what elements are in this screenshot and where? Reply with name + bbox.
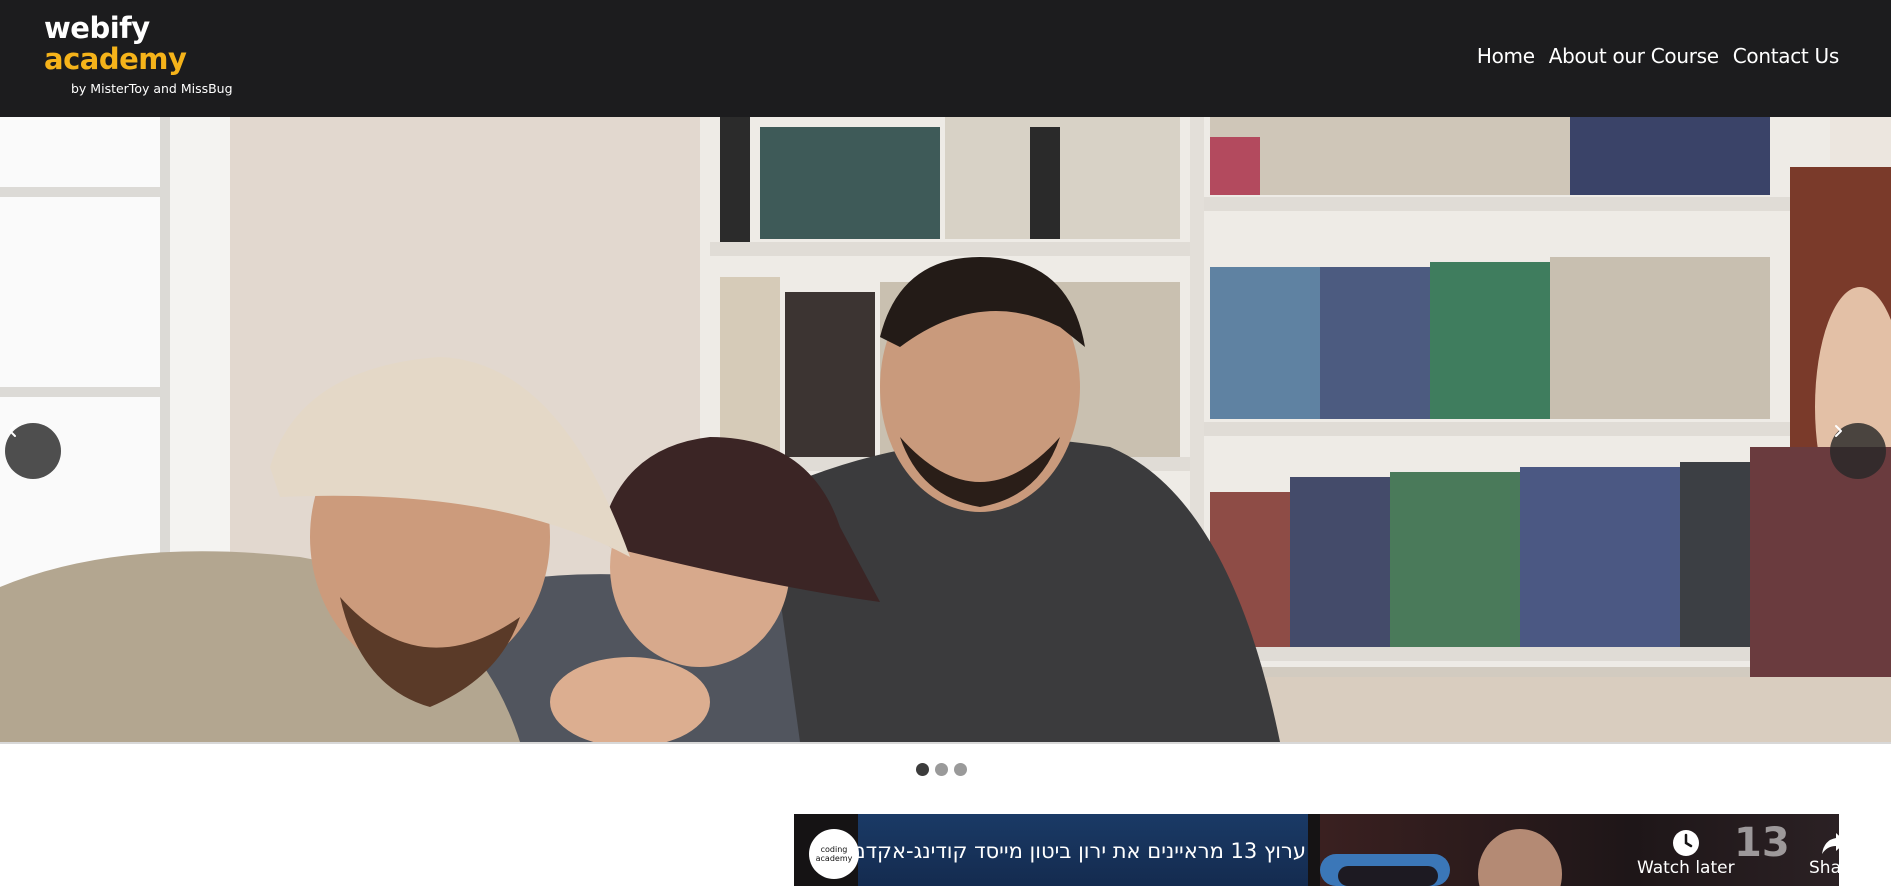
carousel-prev-button[interactable] (5, 423, 61, 479)
carousel-dot-3[interactable] (954, 763, 967, 776)
nav-link-about-course[interactable]: About our Course (1549, 44, 1719, 68)
hero-carousel (0, 117, 1891, 742)
video-title[interactable]: ערוץ 13 מראיינים את ירון ביטון מייסד קוד… (847, 839, 1306, 863)
watch-later-label: Watch later (1637, 858, 1735, 878)
nav-link-home[interactable]: Home (1477, 44, 1535, 68)
share-label: Share (1809, 858, 1839, 878)
site-header: webify academy by MisterToy and MissBug … (0, 0, 1891, 117)
chevron-right-icon (1835, 425, 1842, 437)
site-logo[interactable]: webify academy by MisterToy and MissBug (44, 10, 233, 96)
carousel-dot-1[interactable] (916, 763, 929, 776)
hero-divider (0, 742, 1891, 744)
hero-slide-image (0, 117, 1891, 742)
main-nav: Home About our Course Contact Us (1477, 44, 1839, 68)
nav-link-contact[interactable]: Contact Us (1733, 44, 1840, 68)
share-arrow-icon (1821, 833, 1839, 854)
share-button[interactable]: Share (1809, 828, 1839, 878)
carousel-next-button[interactable] (1830, 423, 1886, 479)
youtube-embed[interactable]: coding academy ערוץ 13 מראיינים את ירון … (794, 814, 1839, 886)
carousel-indicators (916, 763, 967, 776)
logo-word-academy: academy (44, 42, 187, 76)
watch-later-button[interactable]: Watch later (1637, 828, 1735, 878)
logo-word-webify: webify (44, 11, 150, 45)
channel-badge: 13 (1734, 820, 1790, 866)
chevron-left-icon (9, 425, 16, 437)
logo-tagline: by MisterToy and MissBug (71, 81, 233, 96)
channel-logo-line1: coding (820, 845, 848, 854)
clock-icon (1672, 830, 1699, 856)
carousel-dot-2[interactable] (935, 763, 948, 776)
